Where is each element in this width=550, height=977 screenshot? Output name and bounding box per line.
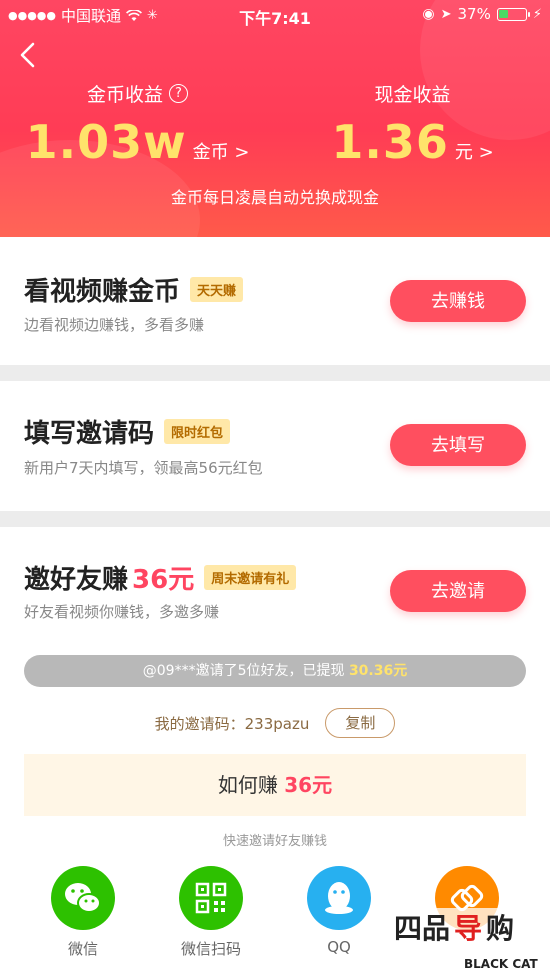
task-desc: 新用户7天内填写，领最高56元红包 (24, 459, 263, 477)
cash-label: 现金收益 (374, 84, 451, 106)
coins-earnings[interactable]: 金币收益 ? 1.03w 金币 > (0, 80, 275, 169)
task-title: 看视频赚金币 (24, 277, 181, 307)
how-to-earn-banner[interactable]: 如何赚 36元 (24, 754, 526, 816)
coins-unit: 金币 > (192, 142, 250, 163)
invite-code: 我的邀请码：233pazu (154, 714, 310, 733)
task-tag: 天天赚 (190, 277, 244, 302)
qrcode-icon (195, 882, 227, 914)
charging-icon: ⚡ (532, 6, 542, 22)
earn-money-button[interactable]: 去赚钱 (390, 280, 526, 322)
cash-unit: 元 > (454, 142, 494, 163)
quick-invite-label: 快速邀请好友赚钱 (222, 834, 327, 849)
task-desc: 边看视频边赚钱，多看多赚 (24, 316, 205, 334)
task-card-watch-video: 看视频赚金币 天天赚 边看视频边赚钱，多看多赚 去赚钱 (0, 237, 550, 365)
task-title: 邀好友赚 (24, 565, 129, 595)
notice-text: @09***邀请了5位好友，已提现 (142, 663, 345, 679)
task-tag: 周末邀请有礼 (204, 565, 297, 590)
location-icon: ➤ (440, 6, 452, 22)
cash-earnings[interactable]: 现金收益 1.36 元 > (275, 80, 550, 169)
task-title: 填写邀请码 (24, 419, 155, 449)
invite-code-row: 我的邀请码：233pazu 复制 (0, 708, 550, 738)
how-text: 如何赚 (217, 773, 278, 797)
wechat-icon (65, 883, 101, 913)
coins-value: 1.03w (25, 115, 187, 169)
watermark-text: BLACK CAT (464, 957, 539, 971)
share-label: 微信 (67, 940, 98, 958)
qq-share-button[interactable] (307, 866, 371, 930)
wechat-qrcode-button[interactable] (179, 866, 243, 930)
task-desc: 好友看视频你赚钱，多邀多赚 (24, 603, 220, 621)
task-tag: 限时红包 (164, 419, 231, 444)
exchange-note: 金币每日凌晨自动兑换成现金 (170, 188, 379, 207)
copy-button[interactable]: 复制 (325, 708, 396, 738)
cash-value: 1.36 (331, 115, 449, 169)
wechat-share-button[interactable] (51, 866, 115, 930)
coins-label: 金币收益 (86, 84, 163, 106)
lock-rotation-icon: ◉ (422, 6, 435, 22)
svg-text:导: 导 (454, 912, 482, 945)
status-bar: ●●●●● 中国联通 ✳ 下午7:41 ◉ ➤ 37% ⚡ (0, 0, 550, 28)
share-label: 微信扫码 (180, 940, 241, 958)
svg-text:购: 购 (486, 912, 514, 945)
invite-notice: @09***邀请了5位好友，已提现 30.36元 (24, 655, 526, 687)
back-icon[interactable] (16, 42, 42, 68)
battery-percent: 37% (457, 5, 491, 23)
watermark-logo: 四品 导 购 BLACK CAT (390, 908, 540, 971)
invite-button[interactable]: 去邀请 (390, 570, 526, 612)
notice-amount: 30.36元 (348, 663, 408, 679)
battery-icon (496, 7, 530, 21)
share-label: QQ (327, 938, 351, 956)
task-card-invite-code: 填写邀请码 限时红包 新用户7天内填写，领最高56元红包 去填写 (0, 381, 550, 511)
earnings-header: ●●●●● 中国联通 ✳ 下午7:41 ◉ ➤ 37% ⚡ 金币收益 ? 1.0… (0, 0, 550, 237)
qq-icon (325, 882, 353, 914)
task-amount: 36元 (132, 565, 195, 595)
fill-code-button[interactable]: 去填写 (390, 424, 526, 466)
how-amount: 36元 (284, 773, 333, 797)
svg-text:四品: 四品 (394, 912, 450, 945)
help-icon[interactable]: ? (169, 84, 188, 103)
